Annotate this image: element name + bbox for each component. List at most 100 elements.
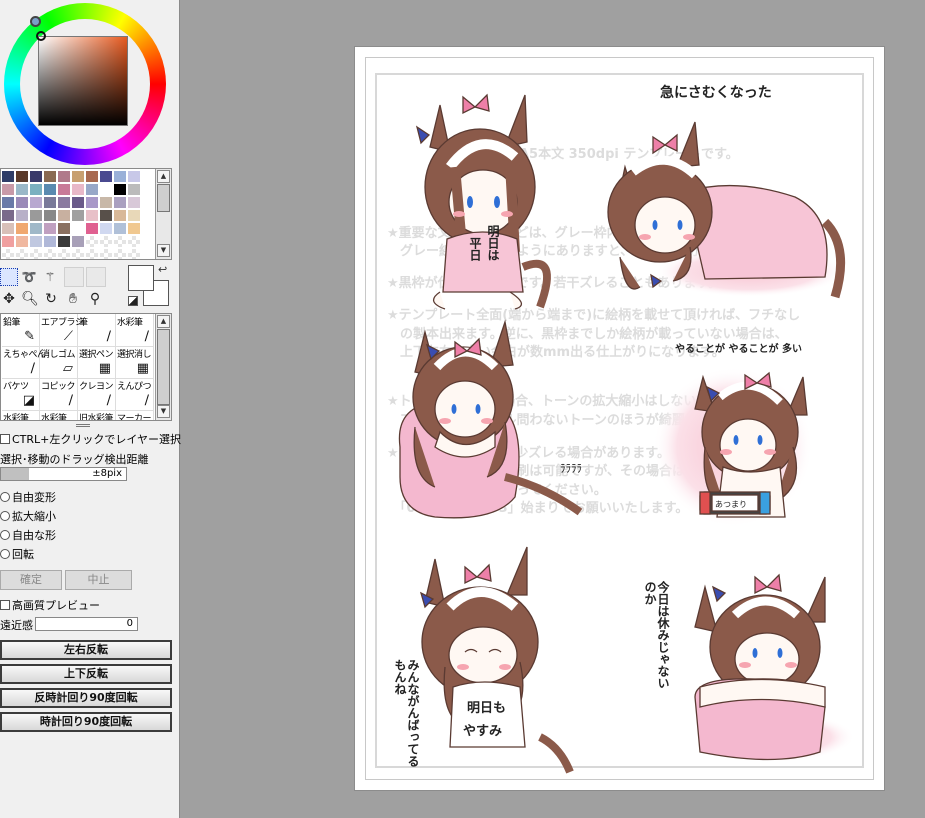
color-swatch[interactable]	[29, 183, 43, 196]
empty-swatch[interactable]	[1, 248, 15, 259]
color-swatch[interactable]	[43, 183, 57, 196]
magic-wand-icon[interactable]: ⚚	[41, 268, 59, 286]
color-swatch[interactable]	[1, 209, 15, 222]
color-swatch[interactable]	[15, 170, 29, 183]
brush-tool[interactable]: 筆 ∕	[78, 314, 116, 347]
scroll-thumb[interactable]	[157, 329, 170, 405]
empty-swatch[interactable]	[43, 248, 57, 259]
flip-vertical-button[interactable]: 上下反転	[0, 664, 172, 684]
color-swatch[interactable]	[113, 222, 127, 235]
empty-swatch[interactable]	[15, 248, 29, 259]
rotate-cw-button[interactable]: 時計回り90度回転	[0, 712, 172, 732]
color-swatch[interactable]	[71, 183, 85, 196]
color-swatch[interactable]	[15, 235, 29, 248]
color-swatch[interactable]	[99, 209, 113, 222]
brush-tool[interactable]: 水彩筆	[2, 410, 40, 420]
scroll-up-icon[interactable]: ▲	[157, 170, 170, 183]
radio-icon[interactable]	[0, 549, 10, 559]
brush-tool[interactable]: 選択消し ▦	[116, 346, 154, 379]
scroll-thumb[interactable]	[157, 184, 170, 212]
color-swatch[interactable]	[57, 183, 71, 196]
color-swatch[interactable]	[71, 235, 85, 248]
color-swatch[interactable]	[113, 196, 127, 209]
empty-swatch[interactable]	[113, 235, 127, 248]
color-swatch[interactable]	[113, 170, 127, 183]
scroll-down-icon[interactable]: ▼	[157, 405, 170, 418]
scroll-up-icon[interactable]: ▲	[157, 315, 170, 328]
scroll-down-icon[interactable]: ▼	[157, 244, 170, 257]
perspective-input[interactable]: 0	[35, 617, 138, 631]
color-swatch[interactable]	[15, 183, 29, 196]
color-swatch[interactable]	[113, 209, 127, 222]
color-swatch[interactable]	[127, 170, 141, 183]
radio-free-transform[interactable]: 自由変形	[0, 489, 56, 505]
color-swatch[interactable]	[15, 209, 29, 222]
color-swatch[interactable]	[71, 209, 85, 222]
brush-tool[interactable]: えんぴつ ∕	[116, 378, 154, 411]
brush-tool[interactable]: 消しゴム ▱	[40, 346, 78, 379]
color-swatch[interactable]	[1, 196, 15, 209]
color-swatch[interactable]	[71, 222, 85, 235]
rotate-icon[interactable]: ↻	[42, 290, 60, 308]
color-swatch[interactable]	[57, 222, 71, 235]
radio-free-shape[interactable]: 自由な形	[0, 527, 56, 543]
brush-tool[interactable]: バケツ ◪	[2, 378, 40, 411]
color-swatch[interactable]	[43, 170, 57, 183]
swatch-scrollbar[interactable]: ▲ ▼	[155, 169, 171, 259]
radio-icon[interactable]	[0, 511, 10, 521]
color-swatch[interactable]	[1, 170, 15, 183]
hand-icon[interactable]: ✋︎	[64, 290, 82, 308]
radio-rotate[interactable]: 回転	[0, 546, 34, 562]
color-swatch[interactable]	[1, 235, 15, 248]
brush-tool[interactable]: 旧水彩筆	[78, 410, 116, 420]
brush-tool[interactable]: 選択ペン ▦	[78, 346, 116, 379]
empty-swatch[interactable]	[99, 235, 113, 248]
color-swatch[interactable]	[99, 196, 113, 209]
flip-horizontal-button[interactable]: 左右反転	[0, 640, 172, 660]
color-picker-marker[interactable]	[36, 31, 46, 41]
color-swatch[interactable]	[29, 170, 43, 183]
empty-swatch[interactable]	[85, 235, 99, 248]
cancel-button[interactable]: 中止	[65, 570, 132, 590]
move-icon[interactable]: ✥	[0, 290, 18, 308]
hq-preview-option[interactable]: 高画質プレビュー	[0, 597, 100, 613]
confirm-button[interactable]: 確定	[0, 570, 62, 590]
rotate-ccw-button[interactable]: 反時計回り90度回転	[0, 688, 172, 708]
ctrl-click-layer-option[interactable]: CTRL+左クリックでレイヤー選択	[0, 431, 181, 447]
brush-tool[interactable]: コピック ∕	[40, 378, 78, 411]
brush-tool[interactable]: えちゃぺん ∕	[2, 346, 46, 379]
empty-swatch[interactable]	[57, 248, 71, 259]
brush-tool[interactable]: マーカー	[116, 410, 154, 420]
brush-tool[interactable]: 水彩筆	[40, 410, 78, 420]
color-swatch[interactable]	[85, 183, 99, 196]
drag-detect-slider[interactable]: ±8pix	[0, 467, 127, 481]
color-swatch[interactable]	[127, 209, 141, 222]
lasso-icon[interactable]: ➰	[20, 268, 38, 286]
radio-icon[interactable]	[0, 492, 10, 502]
canvas-page[interactable]: これはA5本文 350dpi テンプレートです。 ★重要な文字や絵柄などは、グレー…	[355, 47, 884, 790]
radio-scale[interactable]: 拡大縮小	[0, 508, 56, 524]
eyedropper-icon[interactable]: ⚲	[86, 290, 104, 308]
color-swatch[interactable]	[15, 222, 29, 235]
empty-swatch[interactable]	[85, 248, 99, 259]
brush-tool[interactable]: 水彩筆 ∕	[116, 314, 154, 347]
color-swatch[interactable]	[43, 196, 57, 209]
saturation-value-square[interactable]	[38, 36, 128, 126]
color-swatch[interactable]	[85, 209, 99, 222]
empty-swatch[interactable]	[71, 248, 85, 259]
color-swatch[interactable]	[71, 170, 85, 183]
empty-swatch[interactable]	[99, 248, 113, 259]
color-swatch[interactable]	[127, 183, 141, 196]
panel-splitter[interactable]	[76, 424, 90, 427]
color-swatch[interactable]	[1, 183, 15, 196]
empty-swatch[interactable]	[113, 248, 127, 259]
color-swatch[interactable]	[127, 222, 141, 235]
color-swatch[interactable]	[43, 235, 57, 248]
color-swatch[interactable]	[57, 196, 71, 209]
brush-tool[interactable]: クレヨン ∕	[78, 378, 116, 411]
swap-colors-icon[interactable]: ↩	[158, 263, 167, 276]
color-swatch[interactable]	[113, 183, 127, 196]
color-swatch[interactable]	[43, 222, 57, 235]
brush-tool[interactable]: 鉛筆 ✎	[2, 314, 40, 347]
color-swatch[interactable]	[57, 235, 71, 248]
